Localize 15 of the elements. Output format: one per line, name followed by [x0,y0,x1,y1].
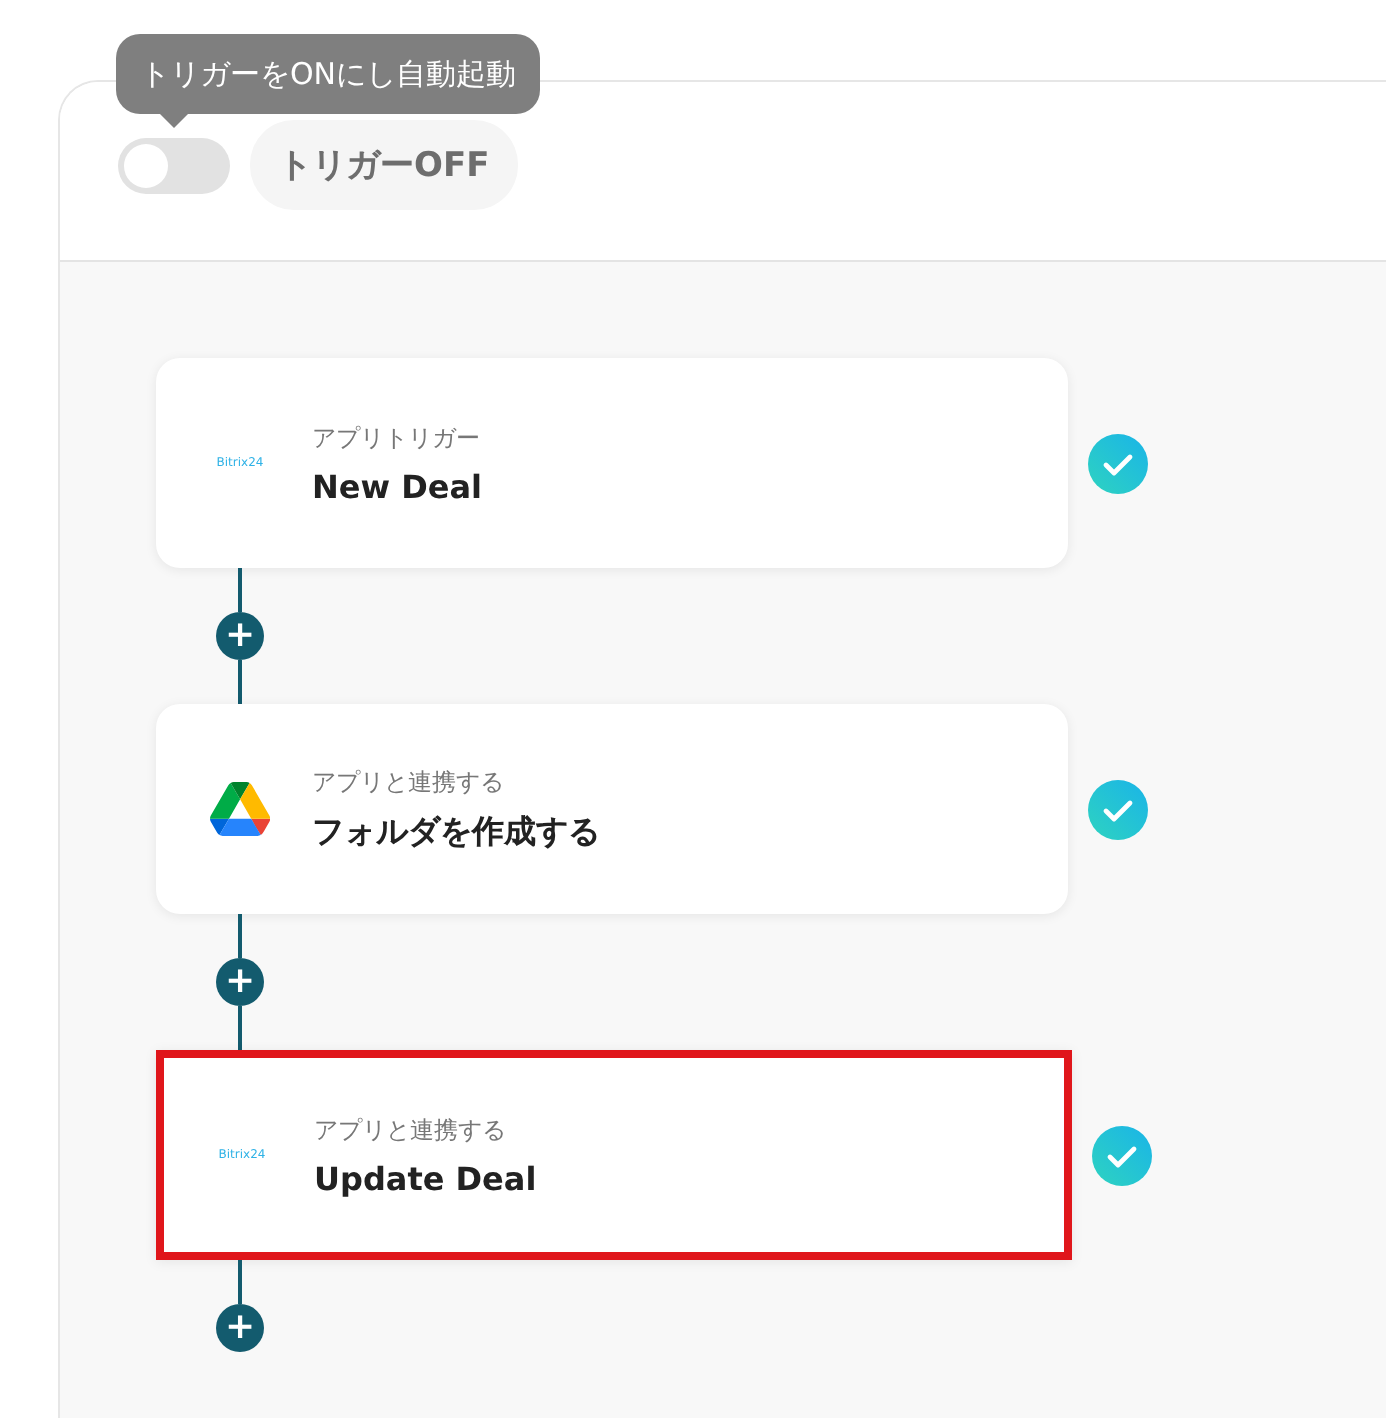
drive-icon [210,782,270,836]
step-title: New Deal [312,467,483,505]
tooltip-pointer-icon [160,114,188,128]
add-step-button[interactable]: + [216,612,264,660]
add-step-button[interactable]: + [216,1304,264,1352]
step-title: Update Deal [314,1159,537,1197]
step-caption: アプリと連携する [312,765,506,799]
trigger-toggle[interactable] [118,137,230,193]
trigger-status: トリガーOFF [250,120,518,210]
tooltip: トリガーをONにし自動起動 [116,34,541,114]
step-caption: アプリと連携する [314,1113,508,1147]
add-step-button[interactable]: + [216,958,264,1006]
step-card[interactable]: アプリと連携する フォルダを作成する [156,704,1068,914]
step-caption: アプリトリガー [312,421,482,455]
step-title: フォルダを作成する [312,811,600,853]
